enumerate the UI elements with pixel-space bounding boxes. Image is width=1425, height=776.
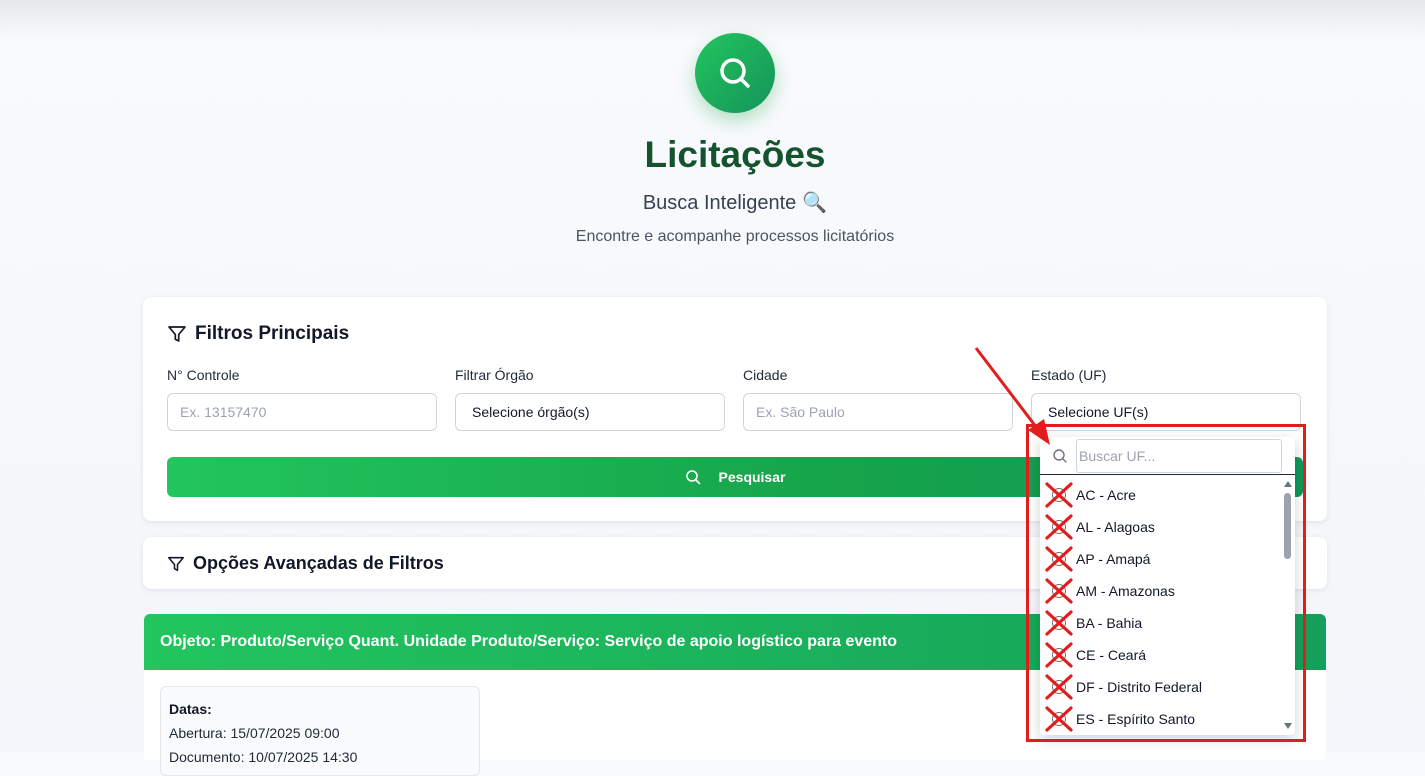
organ-filter-label: Filtrar Órgão: [455, 367, 534, 383]
filter-icon: [168, 326, 186, 342]
abertura-label: Abertura:: [169, 725, 227, 741]
main-filters-title: Filtros Principais: [167, 323, 349, 345]
main-filters-title-text: Filtros Principais: [195, 323, 350, 344]
top-shadow: [0, 0, 1425, 40]
advanced-filters-title-text: Opções Avançadas de Filtros: [193, 553, 444, 573]
search-icon: [695, 33, 775, 113]
advanced-filters-title: Opções Avançadas de Filtros: [167, 553, 444, 574]
abertura-value: 15/07/2025 09:00: [230, 725, 340, 741]
page-title: Licitações: [644, 134, 826, 175]
search-icon: [685, 470, 700, 485]
search-button-label: Pesquisar: [718, 469, 786, 485]
annotation-highlight-box: [1026, 424, 1306, 742]
subtitle-text: Busca Inteligente: [642, 192, 797, 214]
control-number-label: N° Controle: [167, 367, 240, 383]
documento-value: 10/07/2025 14:30: [248, 749, 358, 765]
organ-select[interactable]: Selecione órgão(s): [455, 393, 725, 431]
state-label: Estado (UF): [1031, 367, 1107, 383]
page-subtitle: Busca Inteligente 🔍: [0, 190, 1425, 215]
filter-icon: [168, 556, 184, 571]
control-number-input[interactable]: Ex. 13157470: [167, 393, 437, 431]
documento-label: Documento:: [169, 749, 245, 765]
dates-title: Datas:: [169, 701, 212, 717]
result-object-text: Objeto: Produto/Serviço Quant. Unidade P…: [160, 633, 898, 650]
dates-box: Datas: Abertura: 15/07/2025 09:00 Docume…: [160, 686, 480, 776]
magnifier-emoji: 🔍: [802, 192, 828, 214]
city-label: Cidade: [743, 367, 788, 383]
page-tagline: Encontre e acompanhe processos licitatór…: [575, 228, 895, 245]
city-input[interactable]: Ex. São Paulo: [743, 393, 1013, 431]
